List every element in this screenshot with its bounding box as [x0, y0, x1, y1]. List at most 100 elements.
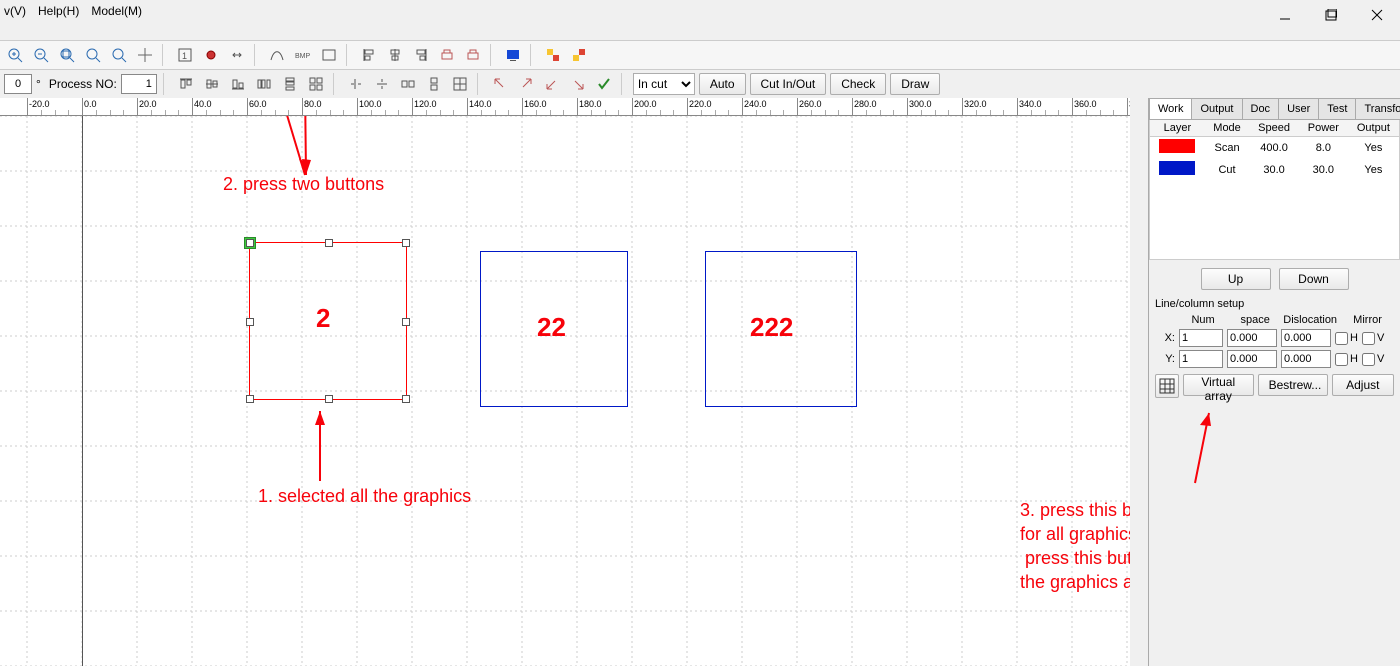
menu-item-help[interactable]: Help(H)	[38, 4, 79, 18]
arrow-nw-icon[interactable]	[489, 73, 511, 95]
ruler-horizontal: -20.00.020.040.060.080.0100.0120.0140.01…	[0, 98, 1130, 116]
layer-up-button[interactable]: Up	[1201, 268, 1271, 290]
th-power: Power	[1299, 120, 1348, 137]
y-mirror-v-checkbox[interactable]	[1362, 353, 1375, 366]
curve-icon[interactable]	[266, 44, 288, 66]
distribute-h-icon[interactable]	[253, 73, 275, 95]
puzzle2-icon[interactable]	[568, 44, 590, 66]
check-icon[interactable]	[593, 73, 615, 95]
same-height-icon[interactable]	[423, 73, 445, 95]
table-row[interactable]: Cut30.030.0Yes	[1150, 159, 1399, 181]
virtual-array-button[interactable]: Virtual array	[1183, 374, 1254, 396]
arrow-se-icon[interactable]	[567, 73, 589, 95]
tab-transform[interactable]: Transform	[1355, 98, 1400, 119]
print2-icon[interactable]	[462, 44, 484, 66]
handle-n[interactable]	[325, 239, 333, 247]
monitor-icon[interactable]	[502, 44, 524, 66]
menu-item-model[interactable]: Model(M)	[91, 4, 142, 18]
x-mirror-h-checkbox[interactable]	[1335, 332, 1348, 345]
svg-text:BMP: BMP	[295, 53, 311, 60]
th-speed: Speed	[1249, 120, 1299, 137]
preview-icon[interactable]	[200, 44, 222, 66]
puzzle1-icon[interactable]	[542, 44, 564, 66]
show-order-icon[interactable]: 1	[174, 44, 196, 66]
tab-user[interactable]: User	[1278, 98, 1319, 119]
arrow-ne-icon[interactable]	[515, 73, 537, 95]
graphic-1-selected[interactable]: 2	[249, 242, 407, 400]
process-no-input[interactable]	[121, 74, 157, 94]
x-dis-input[interactable]	[1281, 329, 1331, 347]
link-icon[interactable]	[226, 44, 248, 66]
tab-test[interactable]: Test	[1318, 98, 1356, 119]
col-num: Num	[1179, 314, 1227, 326]
zoom-fit-icon[interactable]	[82, 44, 104, 66]
align-bottom-icon[interactable]	[227, 73, 249, 95]
x-num-input[interactable]	[1179, 329, 1223, 347]
drawing-canvas[interactable]: 2 22 222 2. press two buttons 1. selecte…	[0, 116, 1130, 666]
print-icon[interactable]	[436, 44, 458, 66]
th-layer: Layer	[1150, 120, 1205, 137]
graphic-1-text: 2	[316, 303, 330, 334]
x-space-input[interactable]	[1227, 329, 1277, 347]
y-dis-input[interactable]	[1281, 350, 1331, 368]
same-width-icon[interactable]	[397, 73, 419, 95]
tab-work[interactable]: Work	[1149, 98, 1192, 119]
side-panel: Work Output Doc User Test Transform Laye…	[1148, 98, 1400, 666]
align-left-icon[interactable]	[358, 44, 380, 66]
zoom-in-icon[interactable]	[4, 44, 26, 66]
annotation-3: 3. press this button"virtual array" for …	[1020, 498, 1130, 594]
zoom-all-icon[interactable]	[108, 44, 130, 66]
y-space-input[interactable]	[1227, 350, 1277, 368]
graphic-2[interactable]: 22	[480, 251, 628, 407]
graphic-3[interactable]: 222	[705, 251, 857, 407]
align-center-h-icon[interactable]	[384, 44, 406, 66]
graphic-2-text: 22	[537, 312, 566, 343]
align-middle-icon[interactable]	[201, 73, 223, 95]
annotation-2: 2. press two buttons	[223, 174, 384, 195]
grid-icon-button[interactable]	[1155, 374, 1179, 398]
y-num-input[interactable]	[1179, 350, 1223, 368]
cut-mode-dropdown[interactable]: In cut	[633, 73, 695, 95]
panel-tabs: Work Output Doc User Test Transform	[1149, 98, 1400, 120]
cut-in-out-button[interactable]: Cut In/Out	[750, 73, 827, 95]
mirror-h-icon[interactable]	[345, 73, 367, 95]
line-column-setup-label: Line/column setup	[1155, 298, 1394, 310]
table-row[interactable]: Scan400.08.0Yes	[1150, 137, 1399, 159]
bmp-icon[interactable]: BMP	[292, 44, 314, 66]
zoom-area-icon[interactable]	[56, 44, 78, 66]
layer-down-button[interactable]: Down	[1279, 268, 1349, 290]
toolbar-secondary: ° Process NO: In cut Auto Cut In/Out Che…	[4, 72, 940, 96]
x-mirror-v-checkbox[interactable]	[1362, 332, 1375, 345]
align-right-icon[interactable]	[410, 44, 432, 66]
menu-item-view[interactable]: v(V)	[4, 4, 26, 18]
rect-tool-icon[interactable]	[318, 44, 340, 66]
handle-w[interactable]	[246, 318, 254, 326]
handle-ne[interactable]	[402, 239, 410, 247]
process-index-input[interactable]	[4, 74, 32, 94]
handle-sw[interactable]	[246, 395, 254, 403]
bestrew-button[interactable]: Bestrew...	[1258, 374, 1328, 396]
svg-text:1: 1	[182, 51, 187, 61]
distribute-v-icon[interactable]	[279, 73, 301, 95]
tab-output[interactable]: Output	[1191, 98, 1242, 119]
col-space: space	[1231, 314, 1279, 326]
mirror-v-icon[interactable]	[371, 73, 393, 95]
pan-icon[interactable]	[134, 44, 156, 66]
tab-doc[interactable]: Doc	[1242, 98, 1280, 119]
handle-nw[interactable]	[246, 239, 254, 247]
col-dislocation: Dislocation	[1283, 314, 1337, 326]
handle-e[interactable]	[402, 318, 410, 326]
draw-button[interactable]: Draw	[890, 73, 940, 95]
grid-4-icon[interactable]	[449, 73, 471, 95]
handle-se[interactable]	[402, 395, 410, 403]
align-top-icon[interactable]	[175, 73, 197, 95]
y-mirror-h-checkbox[interactable]	[1335, 353, 1348, 366]
handle-s[interactable]	[325, 395, 333, 403]
array-copy-icon[interactable]	[305, 73, 327, 95]
auto-button[interactable]: Auto	[699, 73, 746, 95]
arrow-sw-icon[interactable]	[541, 73, 563, 95]
zoom-out-icon[interactable]	[30, 44, 52, 66]
check-button[interactable]: Check	[830, 73, 886, 95]
layer-table[interactable]: Layer Mode Speed Power Output Scan400.08…	[1150, 120, 1399, 181]
adjust-button[interactable]: Adjust	[1332, 374, 1394, 396]
